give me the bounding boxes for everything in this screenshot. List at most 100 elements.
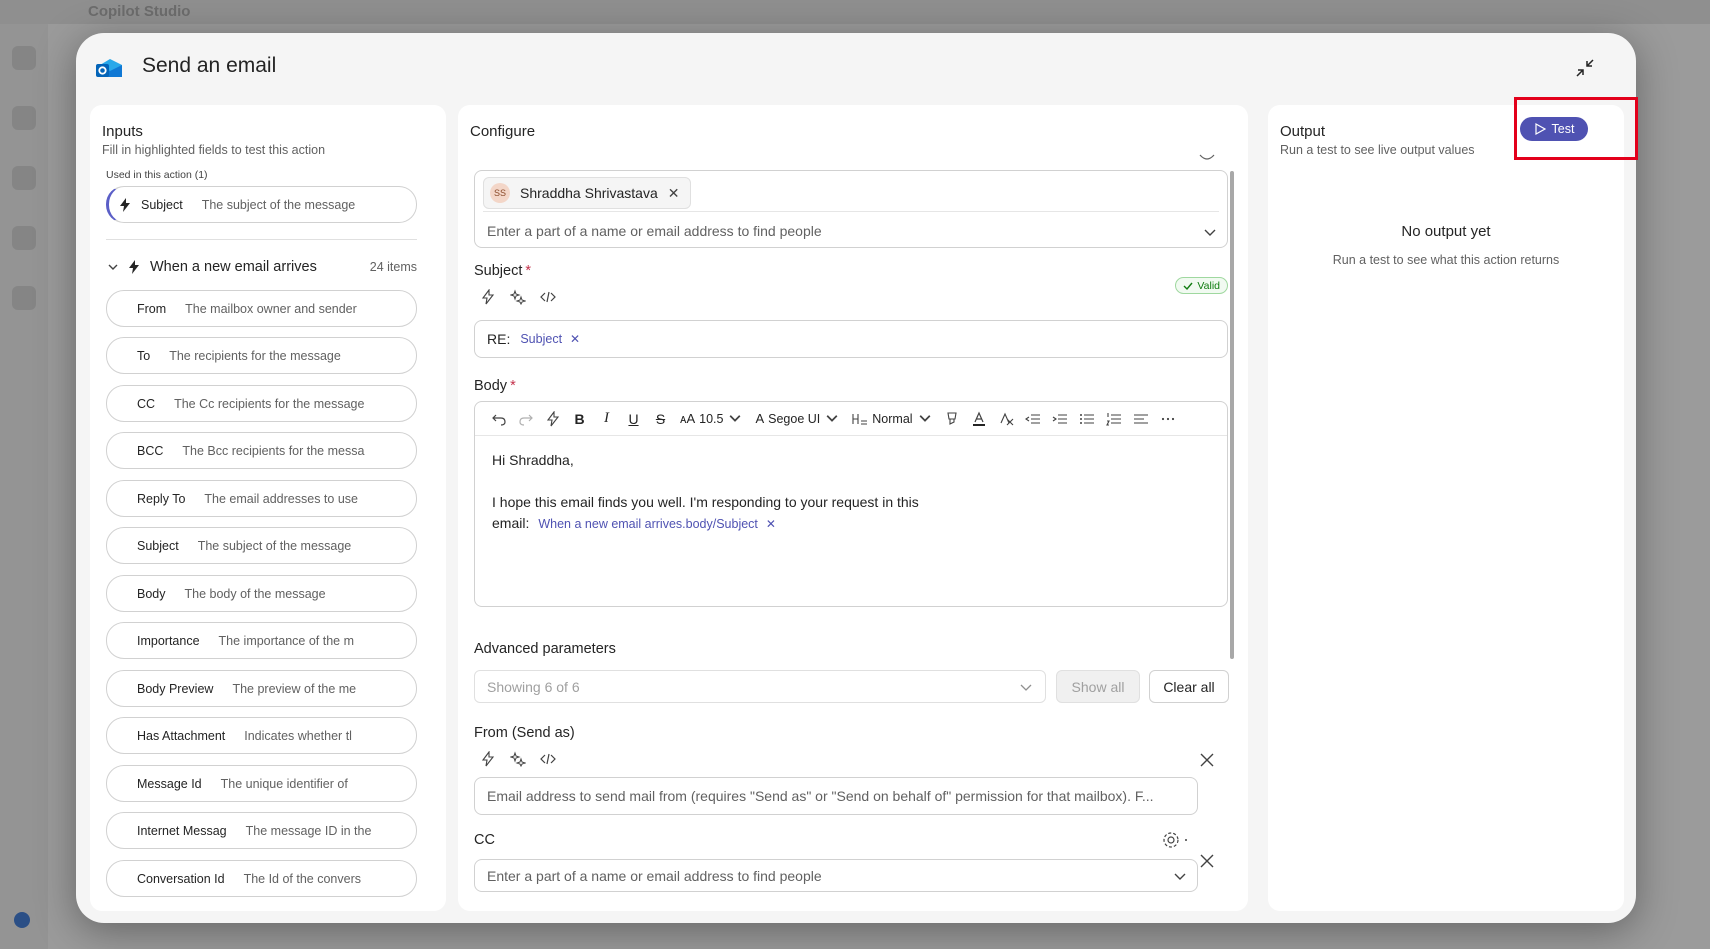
input-field-from[interactable]: From The mailbox owner and sender [106, 290, 417, 327]
input-field-subject[interactable]: Subject The subject of the message [106, 527, 417, 564]
align-button[interactable] [1128, 407, 1155, 431]
undo-button[interactable] [485, 407, 512, 431]
field-name: To [137, 348, 151, 363]
lightning-icon[interactable] [480, 751, 496, 767]
input-field-message-id[interactable]: Message Id The unique identifier of [106, 765, 417, 802]
font-family-select[interactable]: A Segoe UI [749, 407, 846, 431]
font-size-icon: ᴀA [680, 411, 696, 426]
italic-button[interactable]: I [593, 407, 620, 431]
show-all-button[interactable]: Show all [1056, 670, 1140, 703]
more-options-button[interactable] [1155, 407, 1182, 431]
collapse-icon[interactable] [1572, 55, 1598, 81]
underline-button[interactable]: U [620, 407, 647, 431]
field-name: Body [137, 586, 166, 601]
input-field-cc[interactable]: CC The Cc recipients for the message [106, 385, 417, 422]
settings-icon[interactable] [1198, 153, 1216, 163]
input-field-body-preview[interactable]: Body Preview The preview of the me [106, 670, 417, 707]
paragraph-style-select[interactable]: Normal [846, 407, 938, 431]
subject-token[interactable]: Subject [520, 332, 562, 346]
field-name: Message Id [137, 776, 202, 791]
group-name: When a new email arrives [150, 259, 317, 275]
decrease-indent-button[interactable] [1020, 407, 1047, 431]
field-description: The Id of the convers [243, 871, 361, 886]
font-size-select[interactable]: ᴀA 10.5 [674, 407, 749, 431]
font-color-icon [973, 411, 986, 426]
inputs-heading: Inputs [102, 123, 143, 140]
parameters-select[interactable]: Showing 6 of 6 [474, 670, 1046, 703]
sparkle-icon[interactable] [510, 751, 526, 767]
remove-token-icon[interactable]: ✕ [766, 517, 776, 531]
increase-indent-button[interactable] [1047, 407, 1074, 431]
input-field-importance[interactable]: Importance The importance of the m [106, 622, 417, 659]
highlighter-icon [947, 411, 957, 425]
subject-prefix: RE: [487, 331, 511, 347]
remove-from-icon[interactable] [1199, 752, 1215, 768]
input-field-has-attachment[interactable]: Has Attachment Indicates whether tl [106, 717, 417, 754]
remove-cc-icon[interactable] [1199, 853, 1215, 869]
field-name: Internet Messag [137, 823, 227, 838]
background-settings-icon [12, 286, 36, 310]
to-field[interactable]: SS Shraddha Shrivastava ✕ Enter a part o… [474, 170, 1228, 248]
align-left-icon [1134, 413, 1149, 424]
outdent-icon [1025, 413, 1041, 424]
chevron-down-icon[interactable] [1203, 225, 1217, 239]
background-topbar: Copilot Studio [0, 0, 1710, 24]
heading-icon [852, 413, 868, 425]
field-name: CC [137, 396, 156, 411]
chevron-down-icon[interactable] [106, 260, 120, 274]
remove-token-icon[interactable]: ✕ [570, 332, 580, 346]
gear-icon[interactable] [1162, 831, 1190, 849]
configure-scrollbar[interactable] [1230, 171, 1234, 659]
insert-dynamic-button[interactable] [539, 407, 566, 431]
background-tools-icon [12, 226, 36, 250]
outlook-logo-icon [96, 59, 122, 77]
from-input[interactable]: Email address to send mail from (require… [474, 777, 1198, 815]
sparkle-icon[interactable] [510, 289, 526, 305]
recipient-chip[interactable]: SS Shraddha Shrivastava ✕ [483, 177, 691, 209]
input-field-body[interactable]: Body The body of the message [106, 575, 417, 612]
field-description: The Bcc recipients for the messa [182, 443, 365, 458]
dialog-header: Send an email [76, 33, 1636, 103]
bold-button[interactable]: B [566, 407, 593, 431]
to-search-input[interactable]: Enter a part of a name or email address … [487, 223, 822, 239]
redo-button[interactable] [512, 407, 539, 431]
output-subheading: Run a test to see live output values [1280, 143, 1475, 157]
subject-input[interactable]: RE: Subject ✕ [474, 320, 1228, 358]
clear-all-button[interactable]: Clear all [1149, 670, 1229, 703]
remove-recipient-icon[interactable]: ✕ [668, 185, 680, 202]
inputs-subheading: Fill in highlighted fields to test this … [102, 143, 326, 157]
highlight-button[interactable] [939, 407, 966, 431]
code-icon[interactable] [540, 289, 556, 305]
field-description: The subject of the message [197, 538, 352, 553]
clear-format-icon [1000, 412, 1014, 425]
lightning-icon [129, 260, 139, 274]
input-field-to[interactable]: To The recipients for the message [106, 337, 417, 374]
field-name: Reply To [137, 491, 186, 506]
input-field-conversation-id[interactable]: Conversation Id The Id of the convers [106, 860, 417, 897]
field-description: The email addresses to use [204, 491, 358, 506]
advanced-parameters-label: Advanced parameters [474, 641, 616, 657]
body-token[interactable]: When a new email arrives.body/Subject [538, 517, 758, 531]
group-when-new-email-arrives[interactable]: When a new email arrives 24 items [106, 257, 417, 277]
input-field-internet-message-id[interactable]: Internet Messag The message ID in the [106, 812, 417, 849]
body-content[interactable]: Hi Shraddha, I hope this email finds you… [492, 450, 919, 535]
field-description: The importance of the m [218, 633, 355, 648]
subject-tools [480, 289, 556, 305]
input-field-reply-to[interactable]: Reply To The email addresses to use [106, 480, 417, 517]
code-icon[interactable] [540, 751, 556, 767]
clear-format-button[interactable] [993, 407, 1020, 431]
inputs-panel: Inputs Fill in highlighted fields to tes… [90, 105, 446, 911]
undo-icon [491, 414, 506, 426]
chevron-down-icon [826, 414, 838, 422]
output-heading: Output [1280, 123, 1326, 140]
numbered-list-button[interactable] [1101, 407, 1128, 431]
body-editor[interactable]: B I U S ᴀA 10.5 A Segoe UI Normal Hi Shrad… [474, 401, 1228, 607]
used-field-subject[interactable]: Subject The subject of the message [106, 186, 417, 223]
lightning-icon[interactable] [480, 289, 496, 305]
bullet-list-button[interactable] [1074, 407, 1101, 431]
cc-input[interactable]: Enter a part of a name or email address … [474, 859, 1198, 892]
font-color-button[interactable] [966, 407, 993, 431]
input-field-bcc[interactable]: BCC The Bcc recipients for the messa [106, 432, 417, 469]
checkmark-icon [1183, 282, 1193, 290]
strikethrough-button[interactable]: S [647, 407, 674, 431]
